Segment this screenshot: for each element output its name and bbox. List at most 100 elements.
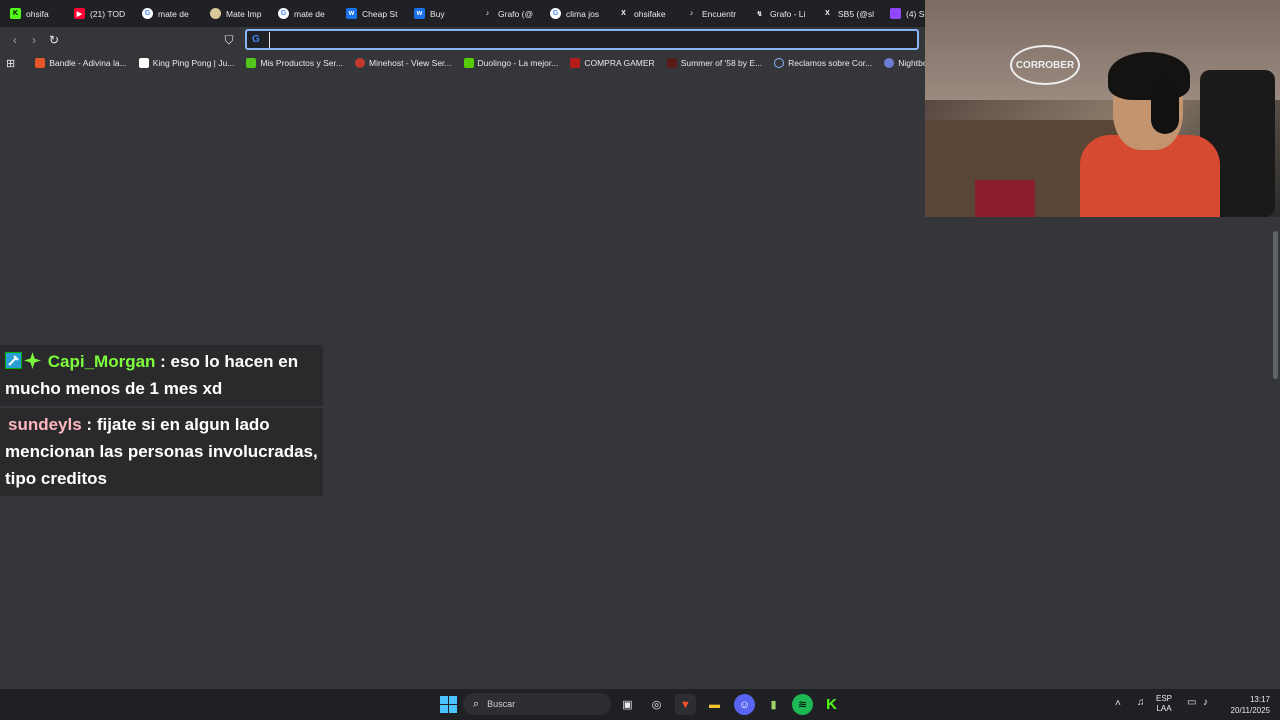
webcam-overlay: CORROBER [925, 0, 1280, 217]
bookmark-label: Summer of '58 by E... [680, 58, 763, 68]
tab-label: clima jos [566, 8, 600, 19]
google-icon: G [278, 8, 289, 19]
bookmark-item[interactable]: COMPRA GAMER [564, 58, 660, 68]
tab-label: ohsifake [634, 8, 666, 19]
tab-label: mate de [294, 8, 325, 19]
tray-expand-button[interactable]: ˄ [1115, 698, 1121, 709]
tab-label: Buy [430, 8, 445, 19]
tab-5[interactable]: w Cheap St [340, 0, 408, 27]
bookmark-item[interactable]: Duolingo - La mejor... [458, 58, 565, 68]
tab-8[interactable]: Gclima jos [544, 0, 612, 27]
tab-7[interactable]: ♪ Grafo (@ [476, 0, 544, 27]
obs-icon[interactable]: ◎ [646, 694, 667, 715]
arrow-left-icon: ‹ [13, 33, 17, 47]
minecraft-icon [246, 58, 257, 68]
scrollbar-thumb[interactable] [1273, 231, 1278, 379]
tab-9[interactable]: Xohsifake [612, 0, 680, 27]
compragamer-icon [570, 58, 581, 68]
bookmark-item[interactable]: Minehost - View Ser... [349, 58, 458, 68]
stream-chat-overlay: Capi_Morgan : eso lo hacen en mucho meno… [0, 345, 323, 496]
x-icon: X [825, 10, 830, 17]
volume-icon[interactable]: ♪ [1203, 697, 1208, 708]
bookmark-label: Mis Productos y Ser... [260, 58, 343, 68]
tab-12[interactable]: X SB5 (@sl [816, 0, 884, 27]
search-label: Buscar [487, 699, 516, 709]
moderator-badge-icon [5, 352, 22, 369]
tab-label: mate de [158, 8, 189, 19]
tab-0[interactable]: Kohsifa [4, 0, 68, 27]
app-icon[interactable]: ▮ [763, 694, 784, 715]
page-scrollbar[interactable] [1271, 217, 1280, 690]
webcam-keyboard [975, 180, 1035, 217]
discord-icon[interactable]: ☺ [734, 694, 755, 715]
tiktok-icon: ♪ [485, 10, 490, 17]
bookmark-label: Minehost - View Ser... [368, 58, 452, 68]
duolingo-icon [463, 58, 474, 68]
bookmark-label: Bandle - Adivina la... [49, 58, 127, 68]
tab-3[interactable]: Mate Imp [204, 0, 272, 27]
clock[interactable]: 13:17 20/11/2025 [1222, 694, 1270, 716]
reload-button[interactable]: ↻ [45, 31, 63, 49]
chat-message: sundeyls : fijate si en algun lado menci… [0, 408, 323, 496]
tab-11[interactable]: ↯ Grafo - Li [748, 0, 816, 27]
nightbot-icon [884, 58, 895, 68]
taskbar-search[interactable]: ⌕ Buscar [463, 693, 611, 715]
bookmark-label: Reclamos sobre Cor... [788, 58, 873, 68]
bandle-icon [35, 58, 46, 68]
brave-browser-icon[interactable]: ▼ [675, 694, 696, 715]
tab-10[interactable]: ♪ Encuentr [680, 0, 748, 27]
task-view-button[interactable]: ▣ [617, 694, 638, 715]
start-button[interactable] [438, 694, 459, 715]
tab-label: Cheap St [362, 8, 398, 19]
back-button[interactable]: ‹ [6, 31, 24, 49]
bookmark-label: King Ping Pong | Ju... [152, 58, 235, 68]
keyboard-layout: LAA [1156, 704, 1172, 713]
shield-icon [774, 58, 785, 68]
kick-icon: K [10, 8, 21, 19]
microphone-icon[interactable]: ♫ [1137, 697, 1145, 708]
kick-icon[interactable]: K [821, 694, 842, 715]
chat-separator: : [81, 415, 97, 434]
address-bar[interactable]: G [245, 29, 919, 50]
google-icon: G [142, 8, 153, 19]
chat-separator: : [155, 352, 171, 371]
mate-icon [210, 8, 221, 19]
bookmark-label: Duolingo - La mejor... [477, 58, 559, 68]
tab-label: Grafo - Li [770, 8, 806, 19]
tab-label: (21) TOD [90, 8, 126, 19]
kpp-icon [138, 58, 149, 68]
store-icon: w [346, 8, 357, 19]
chat-username: Capi_Morgan [47, 352, 156, 371]
chat-message: Capi_Morgan : eso lo hacen en mucho meno… [0, 345, 323, 406]
spotify-icon[interactable]: ≋ [792, 694, 813, 715]
store-icon: w [414, 8, 425, 19]
bookmark-item[interactable]: Bandle - Adivina la... [29, 58, 133, 68]
minehost-icon [354, 58, 365, 68]
bookmark-item[interactable]: Summer of '58 by E... [661, 58, 768, 68]
language-code: ESP [1156, 694, 1173, 703]
windows-taskbar: ⌕ Buscar ▣ ◎ ▼ ▬ ☺ ▮ ≋ K ˄ ♫ ESP LAA ▭ ♪… [0, 689, 1280, 720]
arrow-right-icon: › [32, 33, 36, 47]
bookmark-button[interactable]: ⛉ [220, 31, 238, 49]
file-explorer-icon[interactable]: ▬ [704, 694, 725, 715]
reload-icon: ↻ [48, 33, 60, 47]
google-icon: G [252, 34, 260, 45]
tab-label: Grafo (@ [498, 8, 534, 19]
link-icon: ↯ [756, 10, 763, 18]
bookmark-item[interactable]: Mis Productos y Ser... [240, 58, 349, 68]
language-indicator[interactable]: ESP LAA [1156, 694, 1172, 714]
apps-button[interactable]: ⊞ [0, 57, 29, 70]
bookmark-item[interactable]: Reclamos sobre Cor... [768, 58, 878, 68]
bookmark-item[interactable]: King Ping Pong | Ju... [133, 58, 241, 68]
address-input[interactable] [269, 32, 909, 48]
tab-6[interactable]: w Buy [408, 0, 476, 27]
tab-label: ohsifa [26, 8, 49, 19]
tab-2[interactable]: Gmate de [136, 0, 204, 27]
clock-time: 13:17 [1249, 695, 1270, 704]
tab-1[interactable]: ▶ (21) TOD [68, 0, 136, 27]
tiktok-icon: ♪ [689, 10, 694, 17]
forward-button[interactable]: › [25, 31, 43, 49]
network-icon[interactable]: ▭ [1187, 697, 1196, 708]
tab-4[interactable]: Gmate de [272, 0, 340, 27]
twitch-icon [890, 8, 901, 19]
